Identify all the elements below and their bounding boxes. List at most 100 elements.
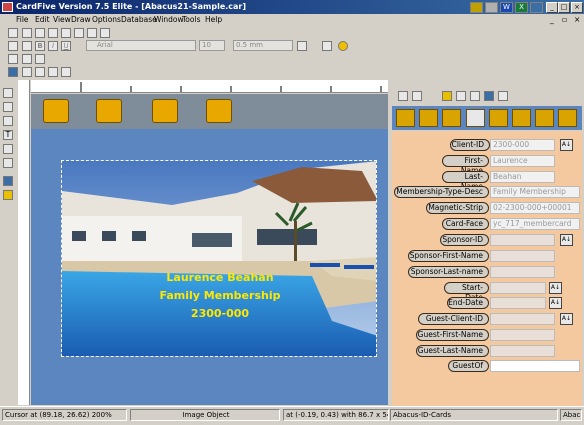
style-icon[interactable] xyxy=(22,41,32,51)
menu-window[interactable]: Window xyxy=(154,14,184,26)
menu-help[interactable]: Help xyxy=(205,14,222,26)
help-icon[interactable] xyxy=(100,28,110,38)
mdi-minimize-button[interactable]: _ xyxy=(550,14,554,26)
text-tool-icon[interactable]: T xyxy=(3,130,13,140)
field-value-guest-client-id[interactable] xyxy=(490,313,555,325)
guide-icon[interactable] xyxy=(35,54,45,64)
maximize-button[interactable]: □ xyxy=(558,2,570,13)
card-layer-button[interactable] xyxy=(96,99,122,123)
select-tool-icon[interactable] xyxy=(3,88,13,98)
field-value-membership-type-desc[interactable]: Family Membership xyxy=(490,186,580,198)
card-view-icon[interactable] xyxy=(8,67,18,77)
card-front-button[interactable] xyxy=(43,99,69,123)
font-size-select[interactable]: 10 xyxy=(199,40,225,51)
tray-icon[interactable] xyxy=(530,2,543,13)
field-value-sponsor-last-name[interactable] xyxy=(490,266,555,278)
database-status: Abacus-ID-Cards xyxy=(390,409,558,421)
card-id-text[interactable]: 2300-000 xyxy=(62,307,376,320)
font-select[interactable]: Arial xyxy=(86,40,196,51)
save-record-button[interactable] xyxy=(466,109,485,127)
open-icon[interactable] xyxy=(22,28,32,38)
menu-file[interactable]: File xyxy=(16,14,29,26)
photo-tool-icon[interactable] xyxy=(3,190,13,200)
list-icon[interactable] xyxy=(398,91,408,101)
align-icon[interactable] xyxy=(8,41,18,51)
mdi-restore-button[interactable]: ▫ xyxy=(562,14,567,26)
field-value-card-face[interactable]: yc_717_membercard xyxy=(490,218,580,230)
undo-icon[interactable] xyxy=(61,28,71,38)
excel-icon[interactable]: X xyxy=(515,2,528,13)
end-date-picker-button[interactable]: A↓ xyxy=(549,297,562,309)
magstripe-tool-icon[interactable] xyxy=(3,158,13,168)
edit-record-button[interactable] xyxy=(489,109,508,127)
line-tool-icon[interactable] xyxy=(3,102,13,112)
print-preview-icon[interactable] xyxy=(48,28,58,38)
save-icon[interactable] xyxy=(35,28,45,38)
filter-icon[interactable] xyxy=(442,91,452,101)
field-value-client-id[interactable]: 2300-000 xyxy=(490,139,555,151)
field-value-last-name[interactable]: Beahan xyxy=(490,171,555,183)
guest-client-id-picker-button[interactable]: A↓ xyxy=(560,313,573,325)
client-id-picker-button[interactable]: A↓ xyxy=(560,139,573,151)
first-record-button[interactable] xyxy=(396,109,415,127)
card-rotate-button[interactable] xyxy=(206,99,232,123)
print-icon[interactable] xyxy=(498,91,508,101)
card-name-text[interactable]: Laurence Beahan xyxy=(62,271,376,284)
grid-icon[interactable] xyxy=(22,54,32,64)
add-record-button[interactable] xyxy=(442,109,461,127)
field-value-start-date[interactable] xyxy=(490,282,546,294)
tray-icon[interactable] xyxy=(485,2,498,13)
field-value-end-date[interactable] xyxy=(490,297,546,309)
line-style-icon[interactable] xyxy=(297,41,307,51)
menu-view[interactable]: View xyxy=(53,14,71,26)
start-date-picker-button[interactable]: A↓ xyxy=(549,282,562,294)
tray-icon[interactable] xyxy=(470,2,483,13)
pointer-icon[interactable] xyxy=(48,67,58,77)
next-record-button[interactable] xyxy=(535,109,554,127)
menu-tools[interactable]: Tools xyxy=(182,14,200,26)
rotate-icon[interactable] xyxy=(61,67,71,77)
form-view-icon[interactable] xyxy=(484,91,494,101)
shape-tool-icon[interactable] xyxy=(3,116,13,126)
id-card[interactable]: Laurence Beahan Family Membership 2300-0… xyxy=(61,160,377,357)
field-value-magnetic-strip[interactable]: 02-2300-000+00001 xyxy=(490,202,580,214)
menu-edit[interactable]: Edit xyxy=(35,14,50,26)
previous-record-button[interactable] xyxy=(419,109,438,127)
close-button[interactable]: × xyxy=(571,2,583,13)
bold-icon[interactable]: B xyxy=(35,41,45,51)
line-width-select[interactable]: 0.5 mm xyxy=(233,40,293,51)
field-value-sponsor-id[interactable] xyxy=(490,234,555,246)
field-value-guest-first-name[interactable] xyxy=(490,329,555,341)
target-icon[interactable] xyxy=(470,91,480,101)
last-record-button[interactable] xyxy=(558,109,577,127)
table-icon[interactable] xyxy=(412,91,422,101)
snap-icon[interactable] xyxy=(8,54,18,64)
field-value-first-name[interactable]: Laurence xyxy=(490,155,555,167)
menu-database[interactable]: Database xyxy=(121,14,157,26)
field-value-guest-of[interactable] xyxy=(490,360,580,372)
minimize-button[interactable]: _ xyxy=(546,2,558,13)
fill-icon[interactable] xyxy=(338,41,348,51)
underline-icon[interactable]: U xyxy=(61,41,71,51)
sponsor-id-picker-button[interactable]: A↓ xyxy=(560,234,573,246)
query-icon[interactable] xyxy=(456,91,466,101)
link-icon[interactable] xyxy=(87,28,97,38)
card-membership-text[interactable]: Family Membership xyxy=(62,289,376,302)
new-icon[interactable] xyxy=(8,28,18,38)
word-icon[interactable]: W xyxy=(500,2,513,13)
redo-icon[interactable] xyxy=(74,28,84,38)
menu-options[interactable]: Options xyxy=(92,14,121,26)
italic-icon[interactable]: I xyxy=(48,41,58,51)
layout-icon[interactable] xyxy=(22,67,32,77)
barcode-tool-icon[interactable] xyxy=(3,144,13,154)
delete-icon[interactable] xyxy=(35,67,45,77)
image-tool-icon[interactable] xyxy=(3,176,13,186)
mdi-close-button[interactable]: × xyxy=(574,14,580,26)
menu-draw[interactable]: Draw xyxy=(71,14,91,26)
color-icon[interactable] xyxy=(322,41,332,51)
encode-button[interactable] xyxy=(152,99,178,123)
field-value-guest-last-name[interactable] xyxy=(490,345,555,357)
delete-record-button[interactable] xyxy=(512,109,531,127)
tool-palette: T xyxy=(0,80,17,405)
field-value-sponsor-first-name[interactable] xyxy=(490,250,555,262)
